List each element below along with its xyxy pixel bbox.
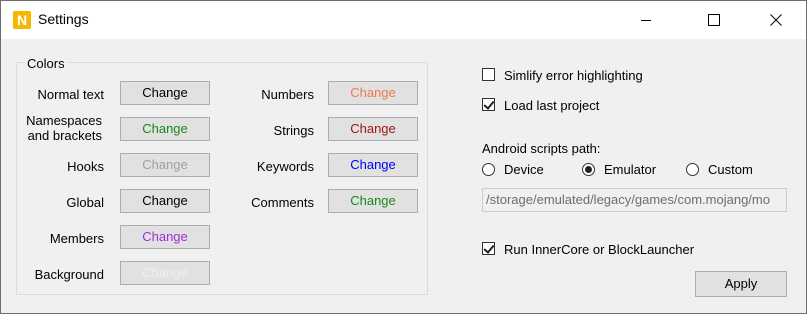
close-icon — [770, 14, 782, 26]
custom-radio-label: Custom — [708, 162, 753, 177]
android-path-label: Android scripts path: — [482, 141, 601, 156]
apply-button[interactable]: Apply — [695, 271, 787, 297]
strings-change-button[interactable]: Change — [328, 117, 418, 141]
window-title: Settings — [38, 11, 89, 27]
run-innercore-label: Run InnerCore or BlockLauncher — [504, 242, 695, 257]
maximize-button[interactable] — [691, 1, 737, 39]
background-change-button[interactable]: Change — [120, 261, 210, 285]
numbers-change-button[interactable]: Change — [328, 81, 418, 105]
simplify-error-checkbox[interactable] — [482, 68, 495, 81]
hooks-label: Hooks — [67, 159, 104, 174]
strings-label: Strings — [273, 123, 314, 138]
minimize-button[interactable] — [623, 1, 669, 39]
colors-group-label: Colors — [25, 56, 67, 71]
global-label: Global — [66, 195, 104, 210]
namespaces-change-button[interactable]: Change — [120, 117, 210, 141]
custom-radio[interactable] — [686, 163, 699, 176]
comments-change-button[interactable]: Change — [328, 189, 418, 213]
app-icon: N — [13, 11, 31, 29]
namespaces-label-line1: Namespaces — [26, 113, 102, 128]
comments-label: Comments — [251, 195, 314, 210]
namespaces-label-line2: and brackets — [27, 128, 102, 143]
simplify-error-label: Simlify error highlighting — [504, 68, 643, 83]
keywords-change-button[interactable]: Change — [328, 153, 418, 177]
maximize-icon — [708, 14, 720, 26]
close-button[interactable] — [753, 1, 799, 39]
normal-text-label: Normal text — [37, 87, 104, 102]
run-innercore-checkbox[interactable] — [482, 242, 495, 255]
emulator-radio-label: Emulator — [604, 162, 657, 177]
numbers-label: Numbers — [261, 87, 314, 102]
device-radio[interactable] — [482, 163, 495, 176]
keywords-label: Keywords — [256, 159, 314, 174]
emulator-radio[interactable] — [582, 163, 595, 176]
minimize-icon — [641, 20, 651, 21]
namespaces-label: Namespaces and brackets — [26, 113, 102, 143]
normal-text-change-button[interactable]: Change — [120, 81, 210, 105]
load-last-project-checkbox[interactable] — [482, 98, 495, 111]
load-last-project-label: Load last project — [504, 98, 600, 113]
members-change-button[interactable]: Change — [120, 225, 210, 249]
global-change-button[interactable]: Change — [120, 189, 210, 213]
scripts-path-field[interactable]: /storage/emulated/legacy/games/com.mojan… — [482, 188, 787, 212]
title-bar: N Settings — [1, 1, 806, 39]
settings-window: N Settings Colors Normal text Change Nam… — [0, 0, 807, 314]
background-label: Background — [34, 267, 104, 282]
device-radio-label: Device — [504, 162, 544, 177]
members-label: Members — [49, 231, 104, 246]
hooks-change-button[interactable]: Change — [120, 153, 210, 177]
